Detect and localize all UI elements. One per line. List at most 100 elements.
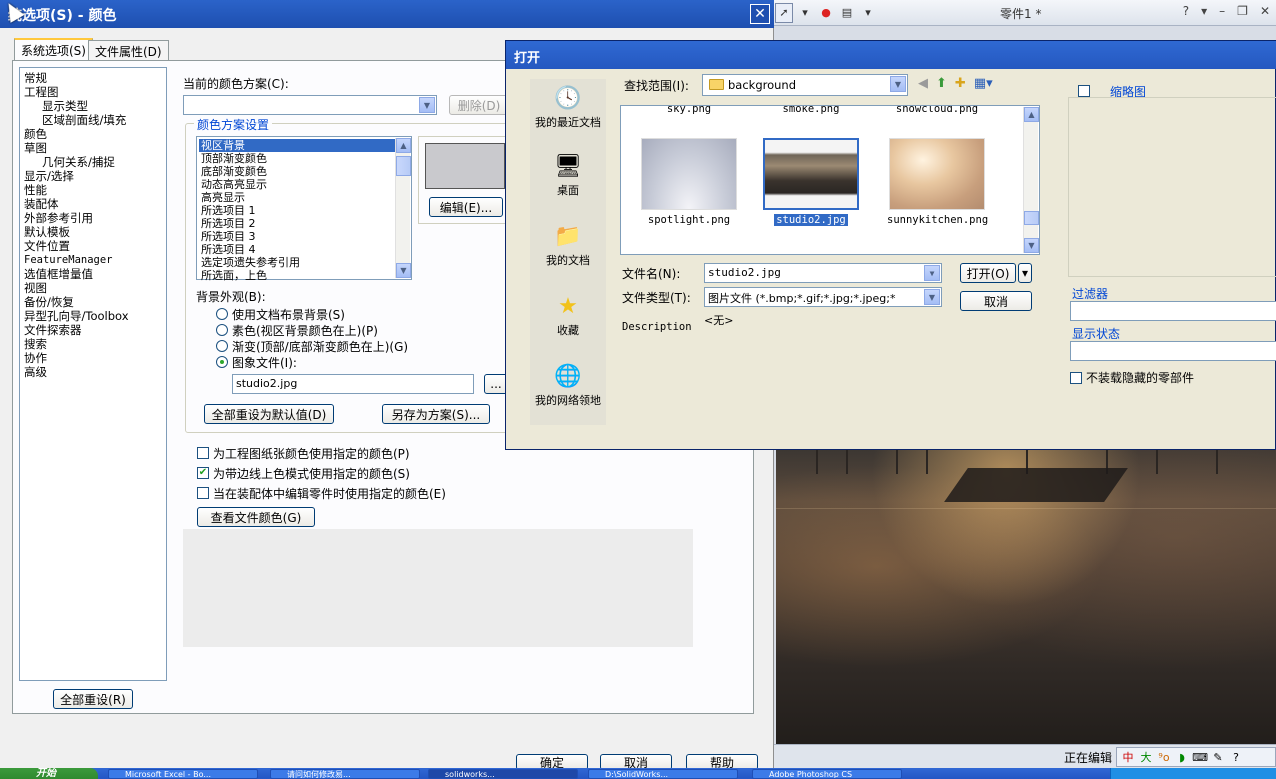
traffic-light-icon[interactable]: ●: [817, 3, 835, 23]
dialog-titlebar[interactable]: 打开: [506, 41, 1276, 69]
close-button[interactable]: ✕: [750, 4, 770, 24]
help-icon[interactable]: ?: [1229, 750, 1243, 764]
file-list[interactable]: sky.png smoke.png snowcloud.png spotlight.p…: [620, 105, 1040, 255]
tree-item[interactable]: 默认模板: [24, 225, 162, 239]
tree-item[interactable]: 外部参考引用: [24, 211, 162, 225]
tree-item[interactable]: 文件探索器: [24, 323, 162, 337]
place-my-documents[interactable]: 📁 我的文档: [530, 221, 606, 267]
filename-field[interactable]: studio2.jpg ▼: [704, 263, 942, 283]
color-item-list[interactable]: 视区背景 顶部渐变颜色 底部渐变颜色 动态高亮显示 高亮显示 所选项目 1 所选项目 2 所选…: [196, 136, 412, 282]
tree-item[interactable]: 选值框增量值: [24, 267, 162, 281]
scrollbar[interactable]: ▲ ▼: [395, 138, 411, 278]
reset-to-default-button[interactable]: 全部重设为默认值(D): [204, 404, 334, 424]
background-option[interactable]: 图象文件(I):: [216, 354, 297, 370]
view-document-colors-button[interactable]: 查看文件颜色(G): [197, 507, 315, 527]
tree-item[interactable]: 装配体: [24, 197, 162, 211]
look-in-select[interactable]: background ▼: [702, 74, 908, 96]
tree-item[interactable]: 显示类型: [24, 99, 162, 113]
tool-icon[interactable]: ✎: [1211, 750, 1225, 764]
close-icon[interactable]: ✕: [1260, 4, 1270, 18]
chevron-down-icon[interactable]: ▾: [1201, 4, 1207, 18]
color-option-check[interactable]: 为工程图纸张颜色使用指定的颜色(P): [197, 445, 410, 461]
image-file-field[interactable]: studio2.jpg: [232, 374, 474, 394]
radio-button[interactable]: [216, 340, 228, 352]
color-option-check[interactable]: 当在装配体中编辑零件时使用指定的颜色(E): [197, 485, 446, 501]
tree-item[interactable]: 文件位置: [24, 239, 162, 253]
chevron-down-icon[interactable]: ▾: [859, 3, 877, 23]
file-item[interactable]: sunnykitchen.png: [887, 138, 988, 226]
list-item[interactable]: 所选项目 4: [199, 243, 409, 256]
taskbar-item[interactable]: D:\SolidWorks...: [588, 769, 738, 779]
dialog-titlebar[interactable]: 统选项(S) - 颜色 ✕: [0, 0, 774, 28]
list-item[interactable]: 所选项目 3: [199, 230, 409, 243]
tree-item[interactable]: 异型孔向导/Toolbox: [24, 309, 162, 323]
scroll-down-icon[interactable]: ▼: [1024, 238, 1039, 253]
taskbar-item[interactable]: Microsoft Excel - Bo...: [108, 769, 258, 779]
scroll-thumb[interactable]: [396, 156, 411, 176]
place-favorites[interactable]: ★ 收藏: [530, 291, 606, 337]
properties-icon[interactable]: ▤: [838, 3, 856, 23]
place-desktop[interactable]: 🖥 桌面: [530, 151, 606, 197]
radio-button[interactable]: [216, 324, 228, 336]
tree-item[interactable]: 工程图: [24, 85, 162, 99]
chevron-down-icon[interactable]: ▼: [924, 289, 940, 305]
cancel-button[interactable]: 取消: [960, 291, 1032, 311]
color-option-check[interactable]: ✔ 为带边线上色模式使用指定的颜色(S): [197, 465, 410, 481]
reset-all-button[interactable]: 全部重设(R): [53, 689, 133, 709]
list-item[interactable]: 所选项目 1: [199, 204, 409, 217]
hidden-parts-option[interactable]: 不装载隐藏的零部件: [1070, 369, 1194, 386]
file-item[interactable]: studio2.jpg: [761, 138, 861, 226]
scroll-up-icon[interactable]: ▲: [1024, 107, 1039, 122]
list-item[interactable]: 高亮显示: [199, 191, 409, 204]
filter-field[interactable]: [1070, 301, 1276, 321]
chevron-down-icon[interactable]: ▾: [1018, 263, 1032, 283]
tree-item[interactable]: 常规: [24, 71, 162, 85]
scrollbar[interactable]: ▲ ▼: [1023, 107, 1039, 253]
radio-button[interactable]: [216, 356, 228, 368]
filetype-select[interactable]: 图片文件 (*.bmp;*.gif;*.jpg;*.jpeg;* ▼: [704, 287, 942, 307]
start-button[interactable]: 开始: [0, 768, 98, 779]
background-option[interactable]: 素色(视区背景颜色在上)(P): [216, 322, 378, 338]
place-network-places[interactable]: 🌐 我的网络领地: [530, 361, 606, 407]
minimize-icon[interactable]: –: [1219, 4, 1225, 18]
tree-item[interactable]: 高级: [24, 365, 162, 379]
list-item[interactable]: 选定项遗失参考引用: [199, 256, 409, 269]
tree-item[interactable]: 搜索: [24, 337, 162, 351]
chinese-mode-icon[interactable]: 中: [1121, 750, 1135, 764]
file-item[interactable]: spotlight.png: [639, 138, 739, 226]
list-item[interactable]: 顶部渐变颜色: [199, 152, 409, 165]
radio-button[interactable]: [216, 308, 228, 320]
tree-item[interactable]: 协作: [24, 351, 162, 365]
background-option[interactable]: 渐变(顶部/底部渐变颜色在上)(G): [216, 338, 408, 354]
back-icon[interactable]: ◀: [918, 76, 928, 91]
up-folder-icon[interactable]: ⬆: [936, 76, 947, 91]
list-item[interactable]: 所选面，上色: [199, 269, 409, 282]
punctuation-icon[interactable]: ⁹o: [1157, 750, 1171, 764]
chevron-down-icon[interactable]: ▾: [796, 3, 814, 23]
scroll-up-icon[interactable]: ▲: [396, 138, 411, 153]
tree-item[interactable]: 颜色: [24, 127, 162, 141]
tab-document-properties[interactable]: 文件属性(D): [88, 40, 169, 60]
taskbar-item[interactable]: solidworks...: [428, 769, 578, 779]
thumbnail-checkbox[interactable]: [1078, 85, 1090, 97]
tree-item[interactable]: 草图: [24, 141, 162, 155]
background-option[interactable]: 使用文档布景背景(S): [216, 306, 345, 322]
new-folder-icon[interactable]: ✚: [955, 76, 966, 91]
tree-item[interactable]: 几何关系/捕捉: [24, 155, 162, 169]
checkbox[interactable]: [197, 447, 209, 459]
edit-color-button[interactable]: 编辑(E)...: [429, 197, 503, 217]
save-as-scheme-button[interactable]: 另存为方案(S)...: [382, 404, 490, 424]
graphics-viewport[interactable]: [776, 448, 1276, 744]
tab-system-options[interactable]: 系统选项(S): [14, 38, 93, 62]
restore-icon[interactable]: ❐: [1237, 4, 1248, 18]
list-item[interactable]: 动态高亮显示: [199, 178, 409, 191]
checkbox[interactable]: ✔: [197, 467, 209, 479]
options-tree[interactable]: 常规 工程图 显示类型 区域剖面线/填充 颜色 草图 几何关系/捕捉 显示/选择 性能 装配体 外部…: [19, 67, 167, 681]
delete-button[interactable]: 删除(D): [449, 95, 509, 115]
taskbar-item[interactable]: Adobe Photoshop CS: [752, 769, 902, 779]
tree-item[interactable]: 显示/选择: [24, 169, 162, 183]
taskbar-item[interactable]: 请问如何修改易...: [270, 769, 420, 779]
select-arrow-icon[interactable]: ➚: [775, 2, 793, 23]
scroll-thumb[interactable]: [1024, 211, 1039, 225]
list-item[interactable]: 所选项目 2: [199, 217, 409, 230]
